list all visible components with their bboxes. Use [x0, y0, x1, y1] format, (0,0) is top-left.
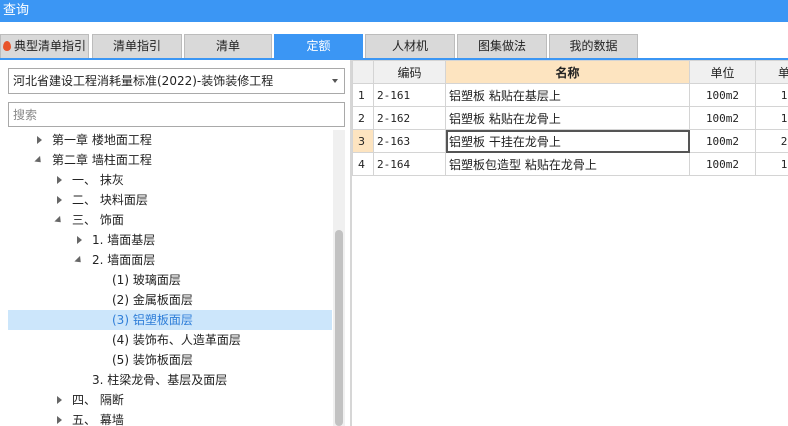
cell-unit[interactable]: 100m2	[689, 152, 756, 176]
cell-name-selected[interactable]: 铝塑板 干挂在龙骨上	[445, 129, 690, 153]
table-row[interactable]: 3 2-163 铝塑板 干挂在龙骨上 100m2 2	[352, 129, 788, 153]
expand-arrow-icon[interactable]	[54, 170, 64, 190]
expand-arrow-icon[interactable]	[54, 190, 64, 210]
tree-node-fabric-leather[interactable]: (4) 装饰布、人造革面层	[8, 330, 332, 350]
quota-grid: 编码 名称 单位 单 1 2-161 铝塑板 粘贴在基层上 100m2 1 2 …	[352, 60, 788, 426]
tree-node-wall-base[interactable]: 1. 墙面基层	[8, 230, 332, 250]
tab-list[interactable]: 清单	[184, 34, 272, 58]
collapse-arrow-icon[interactable]	[34, 150, 44, 170]
window-title: 查询	[0, 0, 788, 22]
tree-node-partition[interactable]: 四、 隔断	[8, 390, 332, 410]
header-code[interactable]: 编码	[373, 60, 446, 84]
cell-name[interactable]: 铝塑板 粘贴在基层上	[445, 83, 690, 107]
header-name[interactable]: 名称	[445, 60, 690, 84]
tree-node-column-beam[interactable]: 3. 柱梁龙骨、基层及面层	[8, 370, 332, 390]
tree-node-aluminum-plastic-panel[interactable]: (3) 铝塑板面层	[8, 310, 332, 330]
cell-extra[interactable]: 1	[755, 152, 788, 176]
row-number: 1	[352, 83, 374, 107]
cell-code[interactable]: 2-161	[373, 83, 446, 107]
tree-node-chapter-2[interactable]: 第二章 墙柱面工程	[8, 150, 332, 170]
row-number: 4	[352, 152, 374, 176]
tree-node-facing[interactable]: 三、 饰面	[8, 210, 332, 230]
row-number: 3	[352, 129, 374, 153]
cell-unit[interactable]: 100m2	[689, 129, 756, 153]
expand-arrow-icon[interactable]	[54, 390, 64, 410]
row-number: 2	[352, 106, 374, 130]
tab-list-guide[interactable]: 清单指引	[92, 34, 182, 58]
tree-node-plastering[interactable]: 一、 抹灰	[8, 170, 332, 190]
tab-atlas-method[interactable]: 图集做法	[457, 34, 547, 58]
collapse-arrow-icon[interactable]	[74, 250, 84, 270]
expand-arrow-icon[interactable]	[54, 410, 64, 426]
cell-name[interactable]: 铝塑板包造型 粘贴在龙骨上	[445, 152, 690, 176]
tab-labor-material-machine[interactable]: 人材机	[365, 34, 455, 58]
tree-node-tile-layer[interactable]: 二、 块料面层	[8, 190, 332, 210]
tab-bar: 典型清单指引 清单指引 清单 定额 人材机 图集做法 我的数据	[0, 22, 788, 59]
tab-typical-list-guide[interactable]: 典型清单指引	[0, 34, 89, 58]
header-unit[interactable]: 单位	[689, 60, 756, 84]
tab-quota[interactable]: 定额	[274, 34, 363, 58]
tree-node-decorative-panel[interactable]: (5) 装饰板面层	[8, 350, 332, 370]
tree-scrollbar[interactable]	[333, 130, 345, 426]
tree-node-wall-surface[interactable]: 2. 墙面面层	[8, 250, 332, 270]
table-row[interactable]: 2 2-162 铝塑板 粘贴在龙骨上 100m2 1	[352, 106, 788, 130]
tab-my-data[interactable]: 我的数据	[549, 34, 638, 58]
search-input[interactable]	[8, 102, 345, 127]
scrollbar-thumb[interactable]	[335, 230, 343, 426]
left-panel: 河北省建设工程消耗量标准(2022)-装饰装修工程 第一章 楼地面工程 第二章 …	[0, 60, 350, 426]
chevron-down-icon[interactable]	[332, 79, 338, 83]
header-extra[interactable]: 单	[755, 60, 788, 84]
tree-node-glass-surface[interactable]: (1) 玻璃面层	[8, 270, 332, 290]
flame-icon	[2, 41, 11, 51]
cell-extra[interactable]: 2	[755, 129, 788, 153]
cell-extra[interactable]: 1	[755, 83, 788, 107]
header-rownum[interactable]	[352, 60, 374, 84]
collapse-arrow-icon[interactable]	[54, 210, 64, 230]
cell-unit[interactable]: 100m2	[689, 83, 756, 107]
quota-table: 编码 名称 单位 单 1 2-161 铝塑板 粘贴在基层上 100m2 1 2 …	[352, 60, 788, 176]
expand-arrow-icon[interactable]	[74, 230, 84, 250]
tree-node-metal-panel[interactable]: (2) 金属板面层	[8, 290, 332, 310]
tree-node-chapter-1[interactable]: 第一章 楼地面工程	[8, 130, 332, 150]
tree-node-curtain-wall[interactable]: 五、 幕墙	[8, 410, 332, 426]
cell-code[interactable]: 2-164	[373, 152, 446, 176]
expand-arrow-icon[interactable]	[34, 130, 44, 150]
cell-name[interactable]: 铝塑板 粘贴在龙骨上	[445, 106, 690, 130]
cell-code[interactable]: 2-162	[373, 106, 446, 130]
table-row[interactable]: 1 2-161 铝塑板 粘贴在基层上 100m2 1	[352, 83, 788, 107]
cell-unit[interactable]: 100m2	[689, 106, 756, 130]
standard-select[interactable]: 河北省建设工程消耗量标准(2022)-装饰装修工程	[8, 68, 345, 94]
table-row[interactable]: 4 2-164 铝塑板包造型 粘贴在龙骨上 100m2 1	[352, 152, 788, 176]
cell-extra[interactable]: 1	[755, 106, 788, 130]
cell-code[interactable]: 2-163	[373, 129, 446, 153]
chapter-tree: 第一章 楼地面工程 第二章 墙柱面工程 一、 抹灰 二、 块料面层 三、 饰面 …	[8, 130, 332, 426]
